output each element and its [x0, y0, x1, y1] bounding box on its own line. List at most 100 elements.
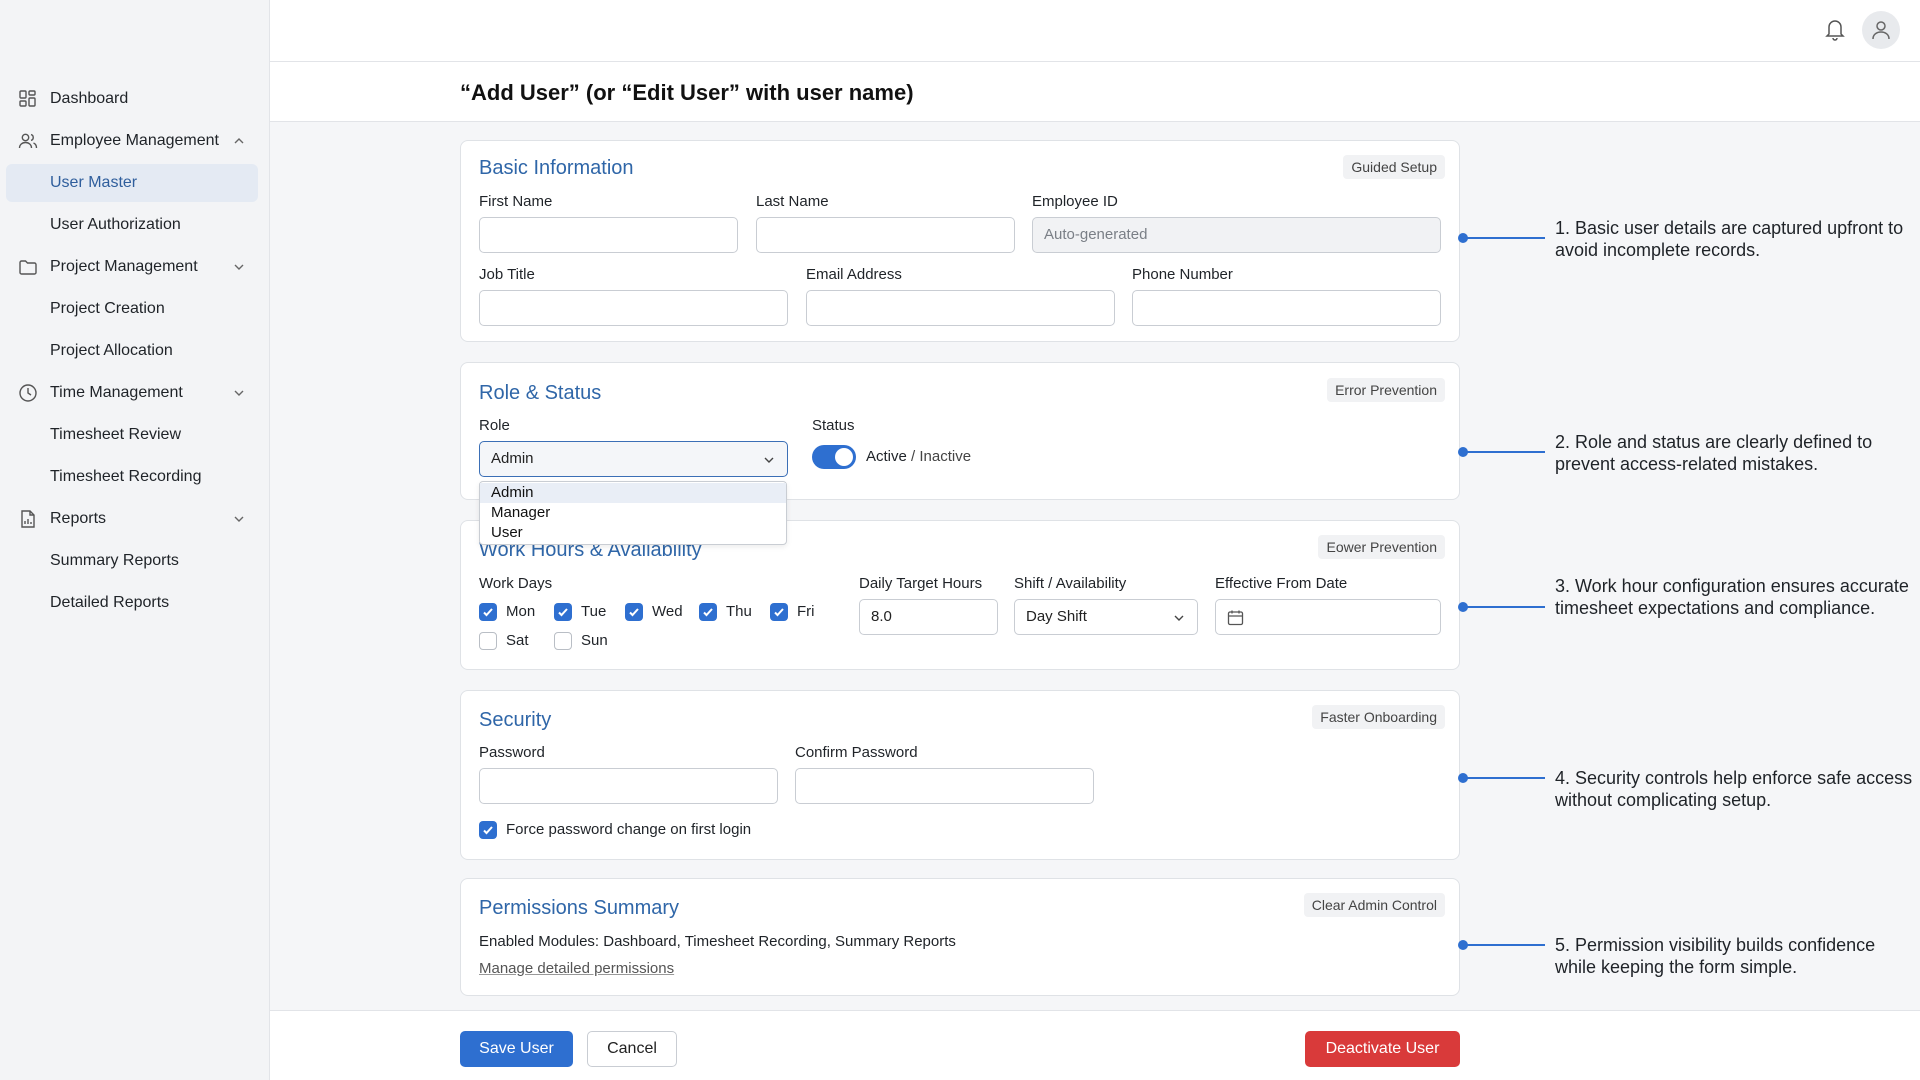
status-badge: Faster Onboarding: [1312, 705, 1445, 729]
sidebar-item-project-allocation[interactable]: Project Allocation: [6, 332, 258, 370]
save-user-button[interactable]: Save User: [460, 1031, 573, 1067]
confirm-password-input[interactable]: [795, 768, 1094, 804]
permissions-summary-card: Permissions Summary Clear Admin Control …: [460, 878, 1460, 996]
dashboard-icon: [19, 90, 36, 107]
annotation-4: 4. Security controls help enforce safe a…: [1555, 768, 1913, 810]
calendar-icon[interactable]: [1227, 609, 1244, 626]
section-title: Role & Status: [479, 382, 602, 404]
role-select[interactable]: Admin: [479, 441, 788, 477]
shift-select[interactable]: Day Shift: [1014, 599, 1198, 635]
shift-label: Shift / Availability: [1014, 575, 1127, 592]
phone-input[interactable]: [1132, 290, 1441, 326]
chevron-down-icon[interactable]: [232, 512, 246, 526]
status-label: Status: [812, 417, 855, 434]
sidebar-item-label: Summary Reports: [50, 552, 179, 569]
sidebar-item-label: Time Management: [50, 384, 183, 401]
checkbox-thu[interactable]: [699, 603, 717, 621]
check-icon: [558, 608, 568, 617]
sidebar-item-label: Dashboard: [50, 90, 129, 107]
password-label: Password: [479, 744, 545, 761]
force-password-change-label: Force password change on first login: [506, 821, 752, 838]
sidebar-item-detailed-reports[interactable]: Detailed Reports: [6, 584, 258, 622]
password-input[interactable]: [479, 768, 778, 804]
checkbox-label: Mon: [506, 603, 536, 620]
check-icon: [703, 608, 713, 617]
check-icon: [774, 608, 784, 617]
check-icon: [629, 608, 639, 617]
job-title-input[interactable]: [479, 290, 788, 326]
sidebar-item-label: User Master: [50, 174, 138, 191]
manage-permissions-link[interactable]: Manage detailed permissions: [479, 960, 674, 977]
sidebar-item-project-management[interactable]: Project Management: [6, 248, 258, 286]
checkbox-mon[interactable]: [479, 603, 497, 621]
checkbox-label: Sun: [581, 632, 608, 649]
role-dropdown-menu: Admin Manager User: [479, 481, 787, 545]
chevron-up-icon[interactable]: [232, 134, 246, 148]
employee-id-input: Auto-generated: [1032, 217, 1441, 253]
form-footer: Save User Cancel Deactivate User: [270, 1010, 1920, 1080]
daily-target-label: Daily Target Hours: [859, 575, 983, 592]
role-option-admin[interactable]: Admin: [480, 483, 786, 503]
checkbox-label: Tue: [581, 603, 607, 620]
sidebar-item-label: Detailed Reports: [50, 594, 170, 611]
user-icon: [1872, 21, 1890, 40]
phone-label: Phone Number: [1132, 266, 1233, 283]
status-badge: Guided Setup: [1343, 155, 1445, 179]
first-name-label: First Name: [479, 193, 553, 210]
sidebar-item-label: Project Management: [50, 258, 198, 275]
role-option-manager[interactable]: Manager: [480, 503, 786, 523]
section-title: Basic Information: [479, 157, 634, 179]
sidebar: Dashboard Employee Management User Maste…: [0, 0, 270, 1080]
sidebar-item-timesheet-recording[interactable]: Timesheet Recording: [6, 458, 258, 496]
email-input[interactable]: [806, 290, 1115, 326]
folder-icon: [19, 260, 37, 275]
annotation-line: [1463, 451, 1545, 453]
deactivate-user-button[interactable]: Deactivate User: [1305, 1031, 1460, 1067]
email-label: Email Address: [806, 266, 902, 283]
avatar[interactable]: [1862, 11, 1900, 49]
sidebar-item-reports[interactable]: Reports: [6, 500, 258, 538]
annotation-line: [1463, 606, 1545, 608]
sidebar-item-user-master[interactable]: User Master: [6, 164, 258, 202]
first-name-input[interactable]: [479, 217, 738, 253]
status-active-text: Active: [866, 448, 907, 465]
sidebar-item-user-authorization[interactable]: User Authorization: [6, 206, 258, 244]
status-badge: Error Prevention: [1327, 378, 1445, 402]
effective-date-input[interactable]: [1215, 599, 1441, 635]
sidebar-item-time-management[interactable]: Time Management: [6, 374, 258, 412]
shift-select-value: Day Shift: [1026, 608, 1087, 625]
status-badge: Eower Prevention: [1318, 535, 1445, 559]
chevron-down-icon[interactable]: [232, 260, 246, 274]
employee-id-label: Employee ID: [1032, 193, 1118, 210]
checkbox-wed[interactable]: [625, 603, 643, 621]
cancel-button[interactable]: Cancel: [587, 1031, 677, 1067]
annotation-line: [1463, 777, 1545, 779]
top-bar: [270, 0, 1920, 62]
sidebar-item-summary-reports[interactable]: Summary Reports: [6, 542, 258, 580]
status-toggle[interactable]: [812, 445, 856, 469]
bell-icon[interactable]: [1822, 16, 1848, 42]
last-name-label: Last Name: [756, 193, 829, 210]
status-badge: Clear Admin Control: [1303, 893, 1445, 917]
checkbox-sat[interactable]: [479, 632, 497, 650]
checkbox-fri[interactable]: [770, 603, 788, 621]
role-status-card: Role & Status Error Prevention Role Admi…: [460, 362, 1460, 500]
sidebar-item-timesheet-review[interactable]: Timesheet Review: [6, 416, 258, 454]
security-card: Security Faster Onboarding Password Conf…: [460, 690, 1460, 860]
checkbox-sun[interactable]: [554, 632, 572, 650]
sidebar-item-employee-management[interactable]: Employee Management: [6, 122, 258, 160]
checkbox-tue[interactable]: [554, 603, 572, 621]
last-name-input[interactable]: [756, 217, 1015, 253]
chevron-down-icon: [764, 457, 774, 463]
chevron-down-icon[interactable]: [232, 386, 246, 400]
chevron-down-icon: [1174, 615, 1184, 621]
effective-date-label: Effective From Date: [1215, 575, 1348, 592]
force-password-change-checkbox[interactable]: [479, 821, 497, 839]
role-option-user[interactable]: User: [480, 523, 786, 543]
sidebar-item-project-creation[interactable]: Project Creation: [6, 290, 258, 328]
report-icon: [21, 510, 35, 528]
daily-target-input[interactable]: 8.0: [859, 599, 998, 635]
page-header: “Add User” (or “Edit User” with user nam…: [270, 62, 1920, 122]
sidebar-item-label: Timesheet Recording: [50, 468, 202, 485]
sidebar-item-dashboard[interactable]: Dashboard: [6, 80, 258, 118]
